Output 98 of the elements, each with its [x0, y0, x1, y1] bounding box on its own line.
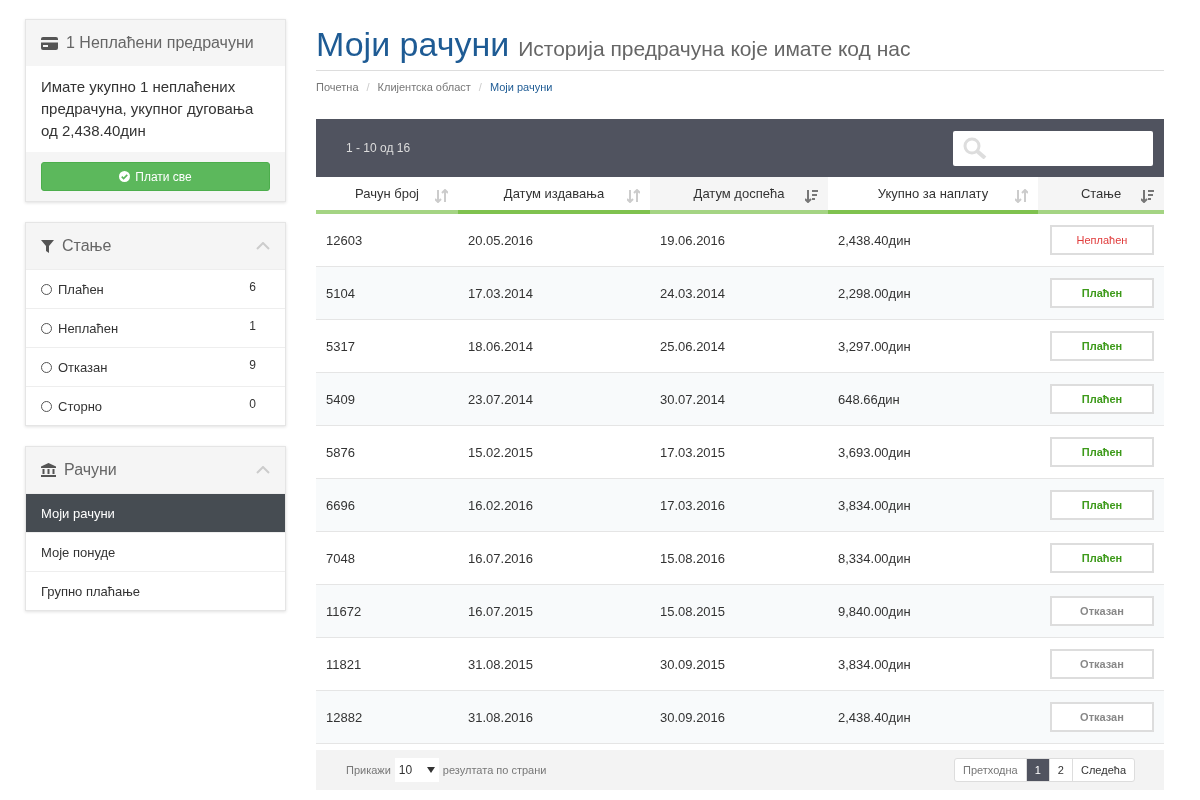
status-label: Плаћен: [1050, 543, 1154, 573]
breadcrumb-link[interactable]: Моји рачуни: [489, 81, 553, 93]
table-cell-text: 2,298.00дин: [837, 284, 912, 303]
check-circle-icon: [119, 171, 131, 182]
filter-count: 6: [249, 280, 256, 294]
table-cell-text: 11672: [325, 602, 363, 621]
panel-title: Рачуни: [64, 461, 118, 479]
per-page-label: резултата по страни: [442, 764, 547, 776]
table-cell-text: 20.05.2016: [467, 231, 535, 250]
column-header[interactable]: Датум доспећа: [650, 177, 828, 214]
sort-icon: [627, 189, 640, 203]
table-cell-text: 19.06.2016: [659, 231, 727, 250]
table-cell-text: 11821: [325, 655, 363, 674]
table-cell-text: 7048: [325, 549, 356, 568]
table-cell-text: 5104: [325, 284, 356, 303]
status-label: Плаћен: [1050, 384, 1154, 414]
table-cell-text: 23.07.2014: [467, 390, 535, 409]
table-cell-text: 30.09.2016: [659, 708, 727, 727]
results-range: 1 - 10 од 16: [346, 141, 411, 155]
filter-label: Плаћен: [58, 281, 104, 297]
table-cell-text: 17.03.2015: [659, 443, 727, 462]
credit-card-icon: [41, 36, 58, 50]
table-cell-text: 30.09.2015: [659, 655, 727, 674]
unpaid-summary-text: Имате укупно 1 неплаћених предрачуна, укупног дуговања од 2,438.40дин: [40, 77, 255, 141]
status-label: Отказан: [1050, 596, 1154, 626]
table-cell-text: 17.03.2014: [467, 284, 535, 303]
menu-item[interactable]: Групно плаћање: [26, 571, 285, 610]
table-cell-text: 2,438.40дин: [837, 708, 912, 727]
table-cell-text: 5409: [325, 390, 356, 409]
table-cell-text: 17.03.2016: [659, 496, 727, 515]
table-cell-text: 16.02.2016: [467, 496, 535, 515]
table-cell-text: 31.08.2016: [467, 708, 535, 727]
table-cell-text: 18.06.2014: [467, 337, 535, 356]
table-cell-text: 15.08.2015: [659, 602, 727, 621]
table-cell-text: 12603: [325, 231, 364, 250]
filter-count: 0: [249, 397, 256, 411]
table-cell-text: 5317: [325, 337, 356, 356]
pagination-button[interactable]: 1: [1025, 759, 1049, 781]
breadcrumb-separator: /: [366, 81, 370, 93]
dropdown-arrow-icon: [426, 767, 435, 773]
search-field[interactable]: [953, 130, 1153, 166]
table-cell-text: 31.08.2015: [467, 655, 535, 674]
status-filter-item[interactable]: Сторно 0: [26, 386, 285, 425]
table-cell-text: 30.07.2014: [659, 390, 727, 409]
menu-item[interactable]: Моји рачуни: [26, 493, 285, 532]
filter-icon: [41, 239, 54, 253]
status-filter-item[interactable]: Неплаћен 1: [26, 308, 285, 347]
filter-label: Неплаћен: [58, 320, 119, 336]
table-cell-text: 648.66дин: [837, 390, 901, 409]
filter-count: 1: [249, 319, 256, 333]
status-label: Плаћен: [1050, 490, 1154, 520]
search-icon: [963, 137, 987, 159]
status-filter-item[interactable]: Плаћен 6: [26, 269, 285, 308]
breadcrumb-link[interactable]: Почетна: [316, 81, 359, 93]
sort-icon: [435, 189, 448, 203]
panel-title: Стање: [62, 237, 113, 255]
filter-count: 9: [249, 358, 256, 372]
table-cell-text: 15.02.2015: [467, 443, 535, 462]
status-label: Плаћен: [1050, 331, 1154, 361]
sort-descending-icon: [805, 189, 818, 203]
table-cell-text: 24.03.2014: [659, 284, 727, 303]
status-label: Отказан: [1050, 649, 1154, 679]
status-filter-item[interactable]: Отказан 9: [26, 347, 285, 386]
status-label: Отказан: [1050, 702, 1154, 732]
table-cell-text: 6696: [325, 496, 356, 515]
pagination-button[interactable]: Следећа: [1072, 759, 1134, 781]
page-size-select[interactable]: 10: [394, 758, 439, 782]
filter-label: Сторно: [58, 398, 103, 414]
filter-label: Отказан: [58, 359, 108, 375]
status-label: Неплаћен: [1050, 225, 1154, 255]
table-cell-text: 25.06.2014: [659, 337, 727, 356]
table-cell-text: 5876: [325, 443, 356, 462]
column-header[interactable]: Стање: [1038, 177, 1164, 214]
table-cell-text: 2,438.40дин: [837, 231, 912, 250]
bank-icon: [41, 463, 56, 477]
table-cell-text: 8,334.00дин: [837, 549, 912, 568]
menu-item[interactable]: Моје понуде: [26, 532, 285, 571]
status-label: Плаћен: [1050, 437, 1154, 467]
table-cell-text: 3,693.00дин: [837, 443, 912, 462]
status-label: Плаћен: [1050, 278, 1154, 308]
table-cell-text: 3,297.00дин: [837, 337, 912, 356]
sort-descending-icon: [1141, 189, 1154, 203]
page-title: Моји рачуни: [316, 25, 510, 64]
table-cell-text: 3,834.00дин: [837, 655, 912, 674]
panel-title: 1 Неплаћени предрачуни: [66, 34, 255, 52]
sort-icon: [1015, 189, 1028, 203]
table-cell-text: 9,840.00дин: [837, 602, 912, 621]
page-subtitle: Историја предрачуна које имате код нас: [518, 37, 911, 61]
table-cell-text: 16.07.2016: [467, 549, 535, 568]
show-label: Прикажи: [346, 764, 391, 776]
breadcrumb-link[interactable]: Клијентска област: [377, 81, 471, 93]
breadcrumb-separator: /: [478, 81, 482, 93]
table-cell-text: 16.07.2015: [467, 602, 535, 621]
table-cell-text: 15.08.2016: [659, 549, 727, 568]
pagination-button[interactable]: Претходна: [955, 759, 1026, 781]
pagination-button[interactable]: 2: [1048, 759, 1072, 781]
table-cell-text: 12882: [325, 708, 364, 727]
table-cell-text: 3,834.00дин: [837, 496, 912, 515]
